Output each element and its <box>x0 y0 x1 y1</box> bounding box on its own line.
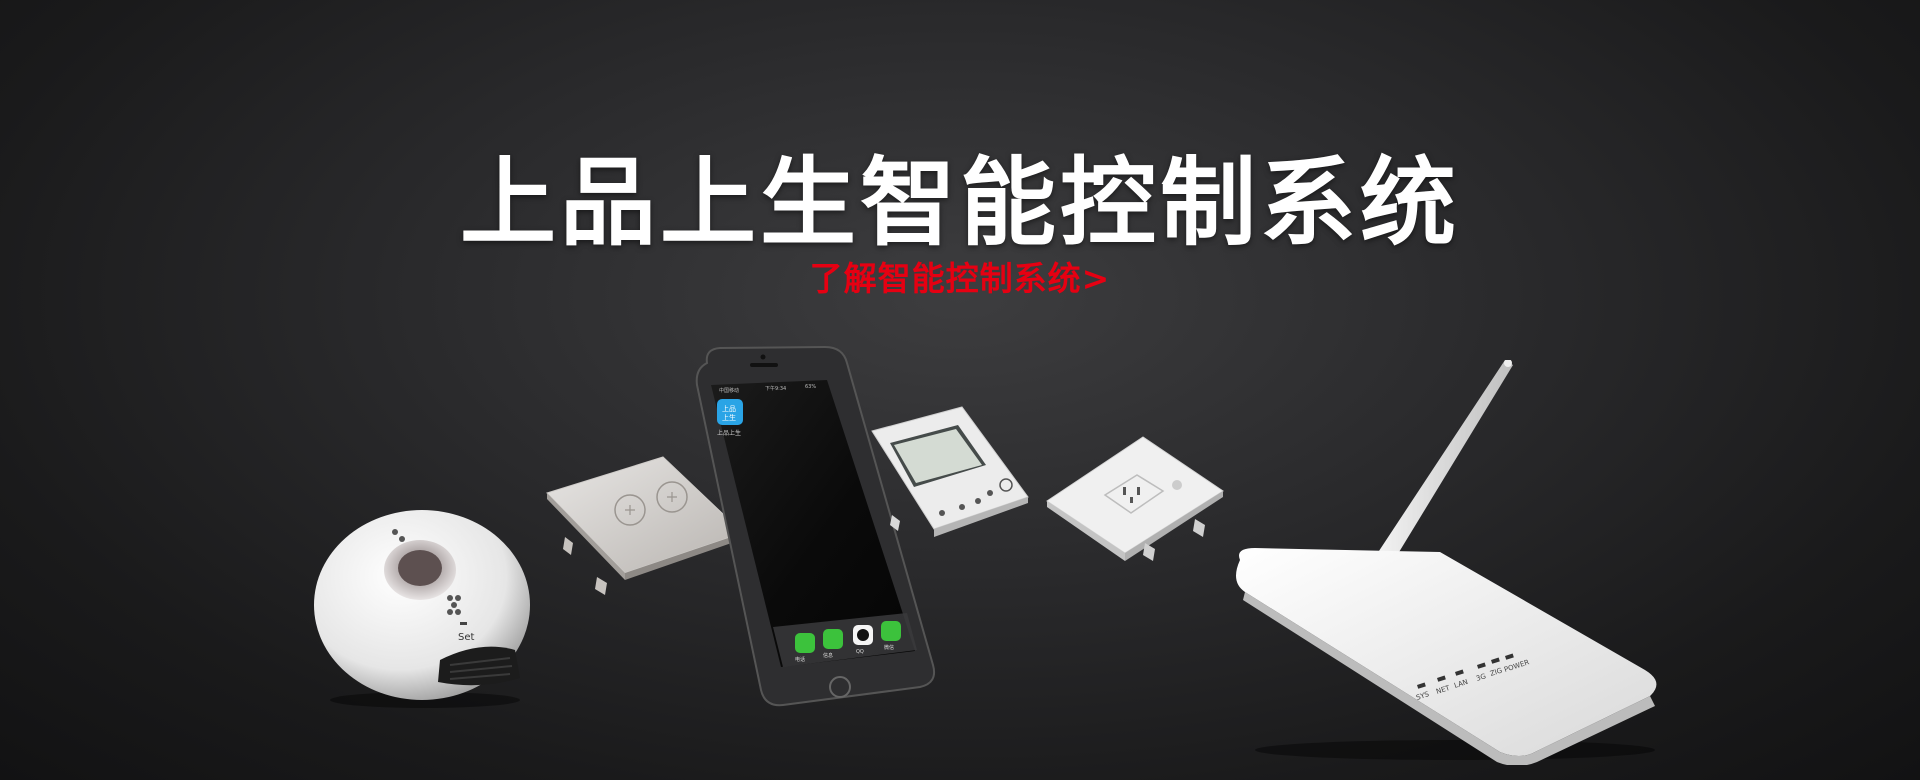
svg-text:上生: 上生 <box>722 413 736 422</box>
svg-text:信息: 信息 <box>823 652 833 659</box>
phone-time: 下午9:34 <box>765 385 786 392</box>
dock-icon-wechat <box>881 621 901 641</box>
svg-text:微信: 微信 <box>884 644 894 651</box>
gateway-router-image: SYS NET LAN 3G ZIG POWER <box>1236 360 1657 765</box>
dock-icon-messages <box>823 629 843 649</box>
banner: 上品上生智能控制系统 了解智能控制系统> Set 上品 上生 上品上生 中国移动… <box>0 0 1920 780</box>
learn-more-link[interactable]: 了解智能控制系统> <box>0 252 1920 300</box>
phone-app-label: 上品上生 <box>717 429 741 437</box>
banner-title: 上品上生智能控制系统 <box>460 147 1460 259</box>
svg-text:QQ: QQ <box>856 649 864 655</box>
speaker-set-label: Set <box>458 632 475 643</box>
phone-carrier: 中国移动 <box>719 387 739 394</box>
smart-speaker-image: Set <box>314 510 530 708</box>
phone-app-icon-text: 上品 <box>722 404 736 413</box>
dock-icon-phone <box>795 633 815 653</box>
phone-battery: 63% <box>805 384 816 390</box>
thermostat-panel-image <box>871 406 1029 537</box>
smart-socket-image <box>1046 436 1224 561</box>
svg-text:电话: 电话 <box>795 656 805 663</box>
